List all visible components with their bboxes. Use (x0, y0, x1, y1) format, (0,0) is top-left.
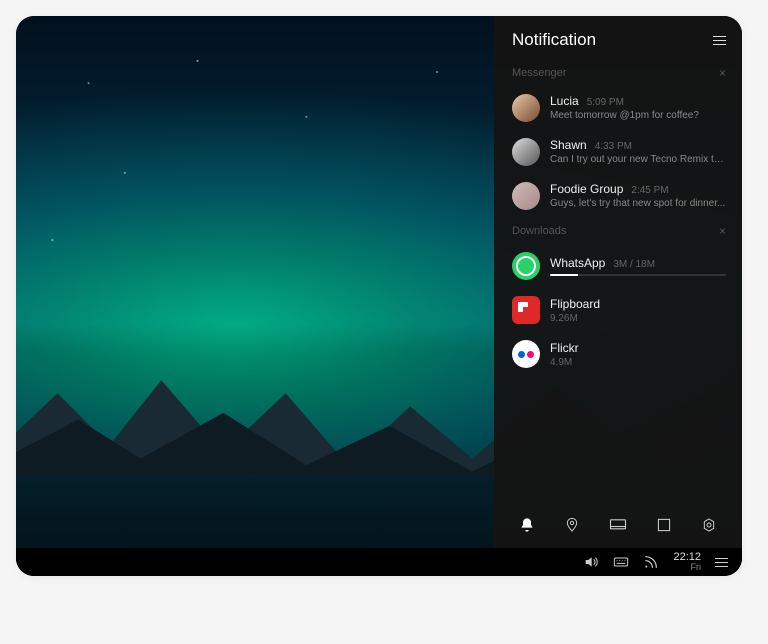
settings-icon[interactable] (700, 516, 718, 534)
wifi-icon[interactable] (643, 554, 659, 570)
panel-bottom-nav (494, 504, 742, 548)
avatar (512, 94, 540, 122)
download-name: Flipboard (550, 297, 726, 311)
notification-panel: Notification Messenger × Lucia 5:09 PM M… (494, 16, 742, 548)
location-icon[interactable] (563, 516, 581, 534)
panel-menu-icon[interactable] (713, 36, 726, 45)
message-time: 5:09 PM (587, 97, 624, 108)
message-time: 4:33 PM (595, 141, 632, 152)
message-preview: Can I try out your new Tecno Remix tab..… (550, 154, 726, 165)
message-sender: Foodie Group (550, 182, 623, 196)
section-messenger-close-icon[interactable]: × (719, 66, 726, 80)
message-sender: Lucia (550, 94, 579, 108)
download-name: WhatsApp (550, 256, 605, 270)
taskbar: 22:12 Fri (16, 548, 742, 576)
clock-day: Fri (673, 563, 701, 572)
panel-title: Notification (512, 30, 596, 50)
volume-icon[interactable] (583, 554, 599, 570)
message-item[interactable]: Shawn 4:33 PM Can I try out your new Tec… (494, 130, 742, 174)
keyboard-icon[interactable] (613, 554, 629, 570)
download-size: 4.9M (550, 357, 726, 368)
desktop-icon[interactable] (609, 516, 627, 534)
message-time: 2:45 PM (631, 185, 668, 196)
message-preview: Guys, let's try that new spot for dinner… (550, 198, 726, 209)
bell-icon[interactable] (518, 516, 536, 534)
flickr-icon (512, 340, 540, 368)
taskbar-clock[interactable]: 22:12 Fri (673, 552, 701, 572)
square-icon[interactable] (655, 516, 673, 534)
section-messenger-label: Messenger (512, 67, 566, 79)
download-item[interactable]: Flipboard 9.26M (494, 288, 742, 332)
download-name: Flickr (550, 341, 726, 355)
message-item[interactable]: Foodie Group 2:45 PM Guys, let's try tha… (494, 174, 742, 218)
download-progress-text: 3M / 18M (613, 259, 655, 270)
flipboard-icon (512, 296, 540, 324)
message-sender: Shawn (550, 138, 587, 152)
taskbar-menu-icon[interactable] (715, 558, 728, 567)
download-item[interactable]: Flickr 4.9M (494, 332, 742, 376)
section-downloads-label: Downloads (512, 225, 566, 237)
download-progress-bar (550, 274, 726, 276)
section-downloads-close-icon[interactable]: × (719, 224, 726, 238)
download-size: 9.26M (550, 313, 726, 324)
avatar (512, 182, 540, 210)
download-item[interactable]: WhatsApp 3M / 18M (494, 244, 742, 288)
message-item[interactable]: Lucia 5:09 PM Meet tomorrow @1pm for cof… (494, 86, 742, 130)
avatar (512, 138, 540, 166)
whatsapp-icon (512, 252, 540, 280)
message-preview: Meet tomorrow @1pm for coffee? (550, 110, 726, 121)
